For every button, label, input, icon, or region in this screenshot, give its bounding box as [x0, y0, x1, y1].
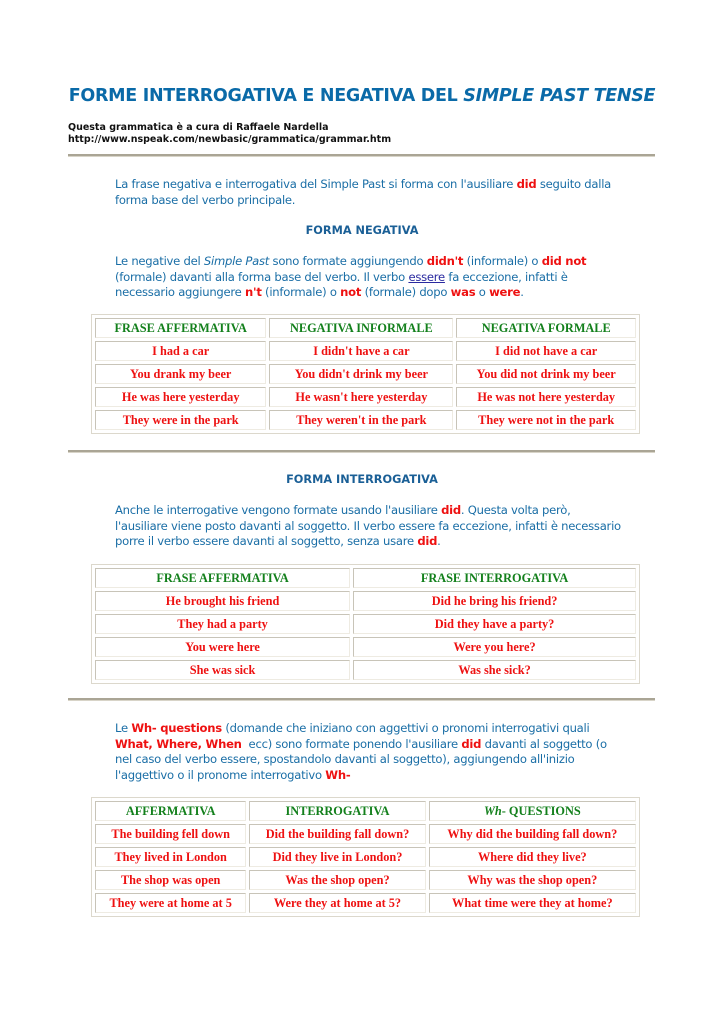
table-header: NEGATIVA FORMALE — [456, 318, 636, 338]
negative-table: FRASE AFFERMATIVA NEGATIVA INFORMALE NEG… — [91, 314, 640, 434]
interrogative-table: FRASE AFFERMATIVA FRASE INTERROGATIVA He… — [91, 564, 640, 684]
table-header-row: FRASE AFFERMATIVA FRASE INTERROGATIVA — [95, 568, 636, 588]
table-cell: Did the building fall down? — [249, 824, 426, 844]
table-row: You were here Were you here? — [95, 637, 636, 657]
table-row: He brought his friend Did he bring his f… — [95, 591, 636, 611]
table-row: They lived in London Did they live in Lo… — [95, 847, 636, 867]
table-cell: Did they have a party? — [353, 614, 636, 634]
table-cell: Were they at home at 5? — [249, 893, 426, 913]
table-header: FRASE AFFERMATIVA — [95, 568, 351, 588]
intro-paragraph: La frase negativa e interrogativa del Si… — [115, 177, 612, 207]
table-row: They were at home at 5 Were they at home… — [95, 893, 636, 913]
table-cell: What time were they at home? — [428, 893, 636, 913]
table-header-row: AFFERMATIVA INTERROGATIVA Wh- QUESTIONS — [95, 801, 636, 821]
table-row: They had a party Did they have a party? — [95, 614, 636, 634]
table-cell: She was sick — [95, 660, 351, 680]
table-header-row: FRASE AFFERMATIVA NEGATIVA INFORMALE NEG… — [95, 318, 636, 338]
credits: Questa grammatica è a cura di Raffaele N… — [68, 122, 391, 146]
section-heading-negative: FORMA NEGATIVA — [305, 224, 419, 237]
credit-url: http://www.nspeak.com/newbasic/grammatic… — [68, 134, 392, 145]
essere-link[interactable]: essere — [408, 270, 445, 284]
table-cell: Was she sick? — [353, 660, 636, 680]
divider — [68, 154, 655, 157]
table-cell: I had a car — [95, 341, 267, 361]
title-main: FORME INTERROGATIVA E NEGATIVA DEL — [68, 86, 464, 106]
table-cell: They had a party — [95, 614, 351, 634]
table-cell: Why did the building fall down? — [428, 824, 636, 844]
table-cell: They were not in the park — [456, 410, 636, 430]
table-row: The shop was open Was the shop open? Why… — [95, 870, 636, 890]
table-cell: They lived in London — [95, 847, 247, 867]
table-cell: They were at home at 5 — [95, 893, 247, 913]
table-header: FRASE INTERROGATIVA — [353, 568, 636, 588]
table-header: INTERROGATIVA — [249, 801, 426, 821]
table-header: FRASE AFFERMATIVA — [95, 318, 267, 338]
table-cell: The building fell down — [95, 824, 247, 844]
table-cell: I didn't have a car — [269, 341, 454, 361]
table-row: He was here yesterday He wasn't here yes… — [95, 387, 636, 407]
divider — [68, 450, 655, 453]
table-cell: Was the shop open? — [249, 870, 426, 890]
table-cell: He was not here yesterday — [456, 387, 636, 407]
table-cell: The shop was open — [95, 870, 247, 890]
table-cell: They were in the park — [95, 410, 267, 430]
table-row: I had a car I didn't have a car I did no… — [95, 341, 636, 361]
table-row: She was sick Was she sick? — [95, 660, 636, 680]
page-title: FORME INTERROGATIVA E NEGATIVA DEL SIMPL… — [0, 86, 724, 106]
table-row: They were in the park They weren't in th… — [95, 410, 636, 430]
table-row: The building fell down Did the building … — [95, 824, 636, 844]
table-cell: You did not drink my beer — [456, 364, 636, 384]
table-header: AFFERMATIVA — [95, 801, 247, 821]
table-row: You drank my beer You didn't drink my be… — [95, 364, 636, 384]
credit-author: Questa grammatica è a cura di Raffaele N… — [68, 122, 329, 133]
wh-paragraph: Le Wh- questions (domande che iniziano c… — [115, 721, 607, 782]
wh-questions-table: AFFERMATIVA INTERROGATIVA Wh- QUESTIONS … — [91, 797, 640, 917]
table-cell: He wasn't here yesterday — [269, 387, 454, 407]
table-cell: He brought his friend — [95, 591, 351, 611]
table-cell: Why was the shop open? — [428, 870, 636, 890]
interrogative-paragraph: Anche le interrogative vengono formate u… — [115, 503, 621, 548]
table-header: Wh- QUESTIONS — [428, 801, 636, 821]
table-cell: Did they live in London? — [249, 847, 426, 867]
table-cell: I did not have a car — [456, 341, 636, 361]
table-cell: They weren't in the park — [269, 410, 454, 430]
table-cell: He was here yesterday — [95, 387, 267, 407]
table-cell: Did he bring his friend? — [353, 591, 636, 611]
section-heading-interrogative: FORMA INTERROGATIVA — [286, 473, 438, 486]
table-cell: Were you here? — [353, 637, 636, 657]
table-header: NEGATIVA INFORMALE — [269, 318, 454, 338]
table-cell: You didn't drink my beer — [269, 364, 454, 384]
table-cell: Where did they live? — [428, 847, 636, 867]
table-cell: You were here — [95, 637, 351, 657]
title-italic: SIMPLE PAST TENSE — [463, 86, 656, 106]
negative-paragraph: Le negative del Simple Past sono formate… — [115, 254, 587, 299]
table-cell: You drank my beer — [95, 364, 267, 384]
divider — [68, 698, 655, 701]
